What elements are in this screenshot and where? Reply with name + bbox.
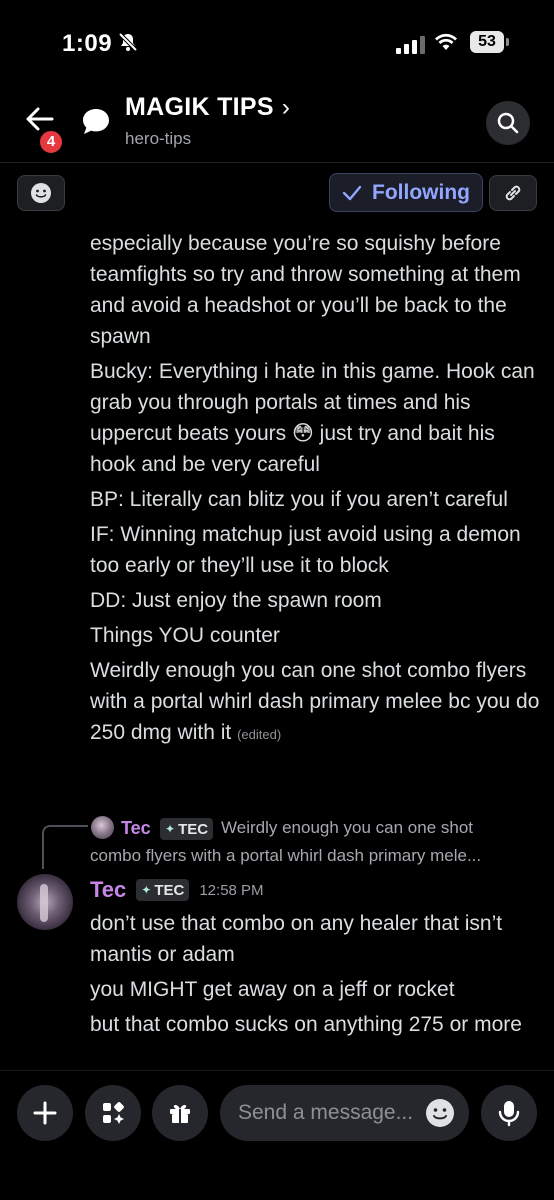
following-button[interactable]: Following	[329, 173, 483, 212]
message-group-current: don’t use that combo on any healer that …	[90, 908, 530, 1044]
microphone-icon	[498, 1101, 520, 1127]
chevron-right-icon: ›	[281, 93, 290, 121]
message-text-content: Weirdly enough you can one shot combo fl…	[90, 659, 540, 744]
message-author[interactable]: Tec	[90, 877, 126, 903]
channel-title: MAGIK TIPS	[125, 93, 274, 121]
message-text: especially because you’re so squishy bef…	[90, 232, 521, 348]
message-timestamp: 12:58 PM	[199, 881, 264, 899]
message-text: Bucky: Everything i hate in this game. H…	[90, 360, 535, 476]
sparkle-icon: ✦	[165, 822, 176, 836]
gift-button[interactable]	[152, 1085, 208, 1141]
message-text: you MIGHT get away on a jeff or rocket	[90, 978, 455, 1001]
status-time: 1:09	[62, 30, 113, 57]
plus-icon	[33, 1101, 57, 1125]
sparkle-icon: ✦	[141, 883, 152, 897]
copy-link-button[interactable]	[489, 175, 537, 211]
message-text: DD: Just enjoy the spawn room	[90, 589, 382, 612]
reply-connector	[42, 825, 88, 869]
avatar-figure	[40, 884, 48, 922]
checkmark-icon	[342, 185, 362, 200]
reply-server-tag: ✦ TEC	[160, 818, 214, 840]
link-icon	[505, 185, 521, 201]
notification-badge: 4	[38, 129, 64, 155]
message-text: IF: Winning matchup just avoid using a d…	[90, 523, 521, 577]
edited-label: (edited)	[237, 727, 282, 742]
smiley-icon	[31, 183, 51, 203]
emoji-picker-icon	[426, 1099, 454, 1127]
battery-indicator: 53	[470, 31, 504, 53]
message-text: don’t use that combo on any healer that …	[90, 912, 503, 966]
reply-tag-label: TEC	[178, 820, 209, 838]
message-input-placeholder: Send a message...	[238, 1101, 414, 1124]
thread-bubble-icon	[80, 106, 112, 141]
search-icon	[497, 112, 519, 134]
channel-title-row[interactable]: MAGIK TIPS ›	[125, 93, 290, 122]
voice-message-button[interactable]	[481, 1085, 537, 1141]
reply-preview-line1[interactable]: Weirdly enough you can one shot	[221, 818, 473, 838]
composer-divider	[0, 1070, 554, 1071]
attach-button[interactable]	[17, 1085, 73, 1141]
battery-nub	[506, 38, 509, 46]
reply-avatar[interactable]	[91, 816, 114, 839]
message-text: Things YOU counter	[90, 624, 280, 647]
channel-subtitle: hero-tips	[125, 129, 192, 148]
message-group-previous: especially because you’re so squishy bef…	[90, 228, 545, 754]
server-tag: ✦ TEC	[136, 879, 190, 901]
message-text: Weirdly enough you can one shot combo fl…	[90, 655, 545, 750]
bell-muted-icon	[118, 32, 138, 57]
apps-icon	[103, 1102, 124, 1124]
search-button[interactable]	[486, 101, 530, 145]
following-label: Following	[372, 180, 470, 204]
apps-button[interactable]	[85, 1085, 141, 1141]
reply-preview-line2[interactable]: combo flyers with a portal whirl dash pr…	[90, 846, 481, 866]
header-divider	[0, 162, 554, 163]
message-text: but that combo sucks on anything 275 or …	[90, 1013, 522, 1036]
message-header: Tec ✦ TEC 12:58 PM	[90, 877, 264, 903]
reply-author[interactable]: Tec	[121, 818, 151, 839]
add-reaction-button[interactable]	[17, 175, 65, 211]
server-tag-label: TEC	[154, 881, 185, 899]
message-input[interactable]: Send a message...	[220, 1085, 469, 1141]
wifi-icon	[434, 32, 458, 57]
gift-icon	[170, 1104, 190, 1123]
message-text: BP: Literally can blitz you if you aren’…	[90, 488, 508, 511]
cell-signal-icon	[396, 36, 425, 54]
